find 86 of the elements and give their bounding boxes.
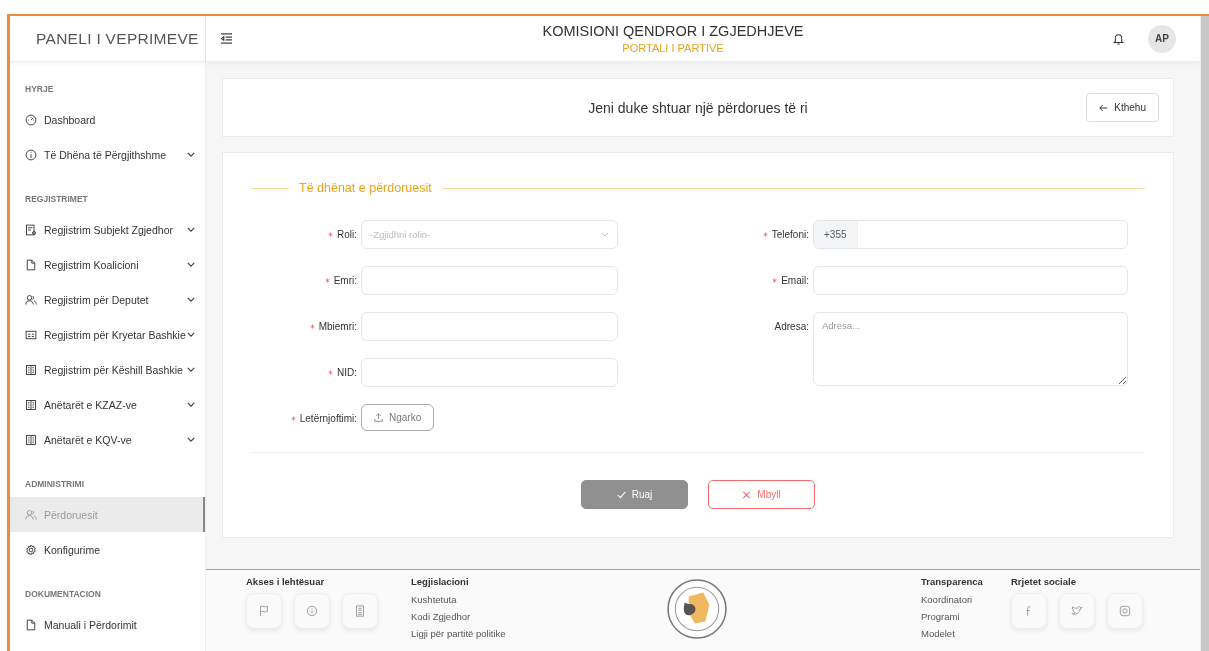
- item-label: Dashboard: [44, 113, 97, 126]
- arrow-left-icon: [1099, 103, 1109, 112]
- item-label: Regjistrim për Këshill Bashkie: [44, 363, 184, 376]
- users-icon: [25, 293, 37, 306]
- text-input[interactable]: [361, 358, 618, 387]
- user-avatar[interactable]: AP: [1148, 24, 1176, 53]
- seal-logo: [666, 578, 728, 640]
- item-label: Regjistrim për Deputet: [44, 293, 150, 306]
- sidebar-item[interactable]: Anëtarët e KQV-ve: [10, 422, 205, 457]
- sidebar-item[interactable]: Anëtarët e KZAZ-ve: [10, 387, 205, 422]
- checkmark-icon: [616, 490, 626, 499]
- item-label: Regjistrim Koalicioni: [44, 258, 140, 271]
- field-label: Roli:: [337, 229, 357, 240]
- back-button[interactable]: Kthehu: [1086, 93, 1159, 122]
- flag-icon[interactable]: [246, 593, 282, 629]
- item-label: Konfigurime: [44, 543, 102, 556]
- text-input[interactable]: [361, 266, 618, 295]
- footer-heading: Transparenca: [921, 576, 984, 587]
- footer-heading: Akses i lehtësuar: [246, 576, 326, 587]
- footer-link[interactable]: Koordinatori: [921, 591, 1011, 608]
- sidebar-item[interactable]: Regjistrim Subjekt Zgjedhor: [10, 212, 205, 247]
- item-label: Manuali i Përdorimit: [44, 618, 138, 631]
- document-icon: [25, 618, 37, 631]
- footer-heading: Legjislacioni: [411, 576, 470, 587]
- field-label: Telefoni:: [771, 229, 809, 240]
- item-label: Regjistrim për Kryetar Bashkie: [44, 328, 187, 341]
- field-label: NID:: [337, 367, 357, 378]
- header-title: KOMISIONI QENDROR I ZGJEDHJEVE: [541, 23, 805, 39]
- building-icon: [25, 398, 37, 411]
- page-title: Jeni duke shtuar një përdorues të ri: [588, 99, 808, 116]
- close-icon: [742, 490, 752, 499]
- item-label: Përdoruesit: [44, 508, 99, 521]
- footer-link[interactable]: Ligji për partitë politike: [411, 625, 666, 642]
- field-label: Emri:: [333, 275, 357, 286]
- settings-icon: [25, 543, 37, 556]
- sidebar-item[interactable]: Të Dhëna të Përgjithshme: [10, 137, 205, 172]
- footer-link[interactable]: Modelet: [921, 625, 1011, 642]
- info-icon[interactable]: [294, 593, 330, 629]
- info-icon: [25, 148, 37, 161]
- sidebar-item[interactable]: Konfigurime: [10, 532, 205, 567]
- sidebar-item[interactable]: Regjistrim për Deputet: [10, 282, 205, 317]
- brand-title: PANELI I VEPRIMEVE: [10, 16, 205, 62]
- section-heading: REGJISTRIMET: [24, 194, 89, 204]
- building-icon: [25, 363, 37, 376]
- camera-icon[interactable]: [1107, 593, 1143, 629]
- building-icon: [25, 433, 37, 446]
- footer-link[interactable]: Kodi Zgjedhor: [411, 608, 666, 625]
- gauge-icon: [25, 113, 37, 126]
- footer-link[interactable]: Kushtetuta: [411, 591, 666, 608]
- item-label: Regjistrim Subjekt Zgjedhor: [44, 223, 174, 236]
- item-label: Anëtarët e KQV-ve: [44, 433, 133, 446]
- id-badge-icon[interactable]: [342, 593, 378, 629]
- document-icon: [25, 258, 37, 271]
- upload-icon: [374, 413, 383, 422]
- footer-heading: Rrjetet sociale: [1011, 576, 1077, 587]
- section-heading: ADMINISTRIMI: [24, 479, 86, 489]
- users-icon: [25, 508, 37, 521]
- id-card-icon: [25, 328, 37, 341]
- field-label: Letërnjoftimi:: [299, 413, 357, 424]
- facebook-icon[interactable]: [1011, 593, 1047, 629]
- sidebar-item[interactable]: Regjistrim për Këshill Bashkie: [10, 352, 205, 387]
- footer-link[interactable]: Programi: [921, 608, 1011, 625]
- section-heading: HYRJE: [24, 84, 55, 94]
- form-icon: [25, 223, 37, 236]
- scrollbar[interactable]: [1200, 16, 1209, 651]
- upload-button[interactable]: Ngarko: [361, 404, 435, 431]
- item-label: Të Dhëna të Përgjithshme: [44, 148, 167, 161]
- sidebar-item[interactable]: Regjistrim Koalicioni: [10, 247, 205, 282]
- text-input[interactable]: [361, 312, 618, 341]
- address-textarea[interactable]: Adresa...: [813, 312, 1128, 386]
- header-subtitle: PORTALI I PARTIVE: [621, 42, 725, 54]
- section-legend: Të dhënat e përdoruesit: [299, 181, 432, 195]
- sidebar-item[interactable]: Regjistrim për Kryetar Bashkie: [10, 317, 205, 352]
- sidebar-item[interactable]: Manuali i Përdorimit: [10, 607, 205, 642]
- phone-input[interactable]: +355: [813, 220, 1128, 249]
- field-label: Mbiemri:: [318, 321, 357, 332]
- item-label: Anëtarët e KZAZ-ve: [44, 398, 138, 411]
- bell-icon[interactable]: [1113, 31, 1124, 46]
- menu-icon[interactable]: [220, 33, 233, 44]
- field-label: Adresa:: [774, 321, 809, 332]
- section-heading: DOKUMENTACION: [24, 589, 102, 599]
- text-input[interactable]: [813, 266, 1128, 295]
- chevron-down-icon: [601, 232, 609, 237]
- field-label: Email:: [781, 275, 809, 286]
- bird-icon[interactable]: [1059, 593, 1095, 629]
- sidebar-item[interactable]: Dashboard: [10, 102, 205, 137]
